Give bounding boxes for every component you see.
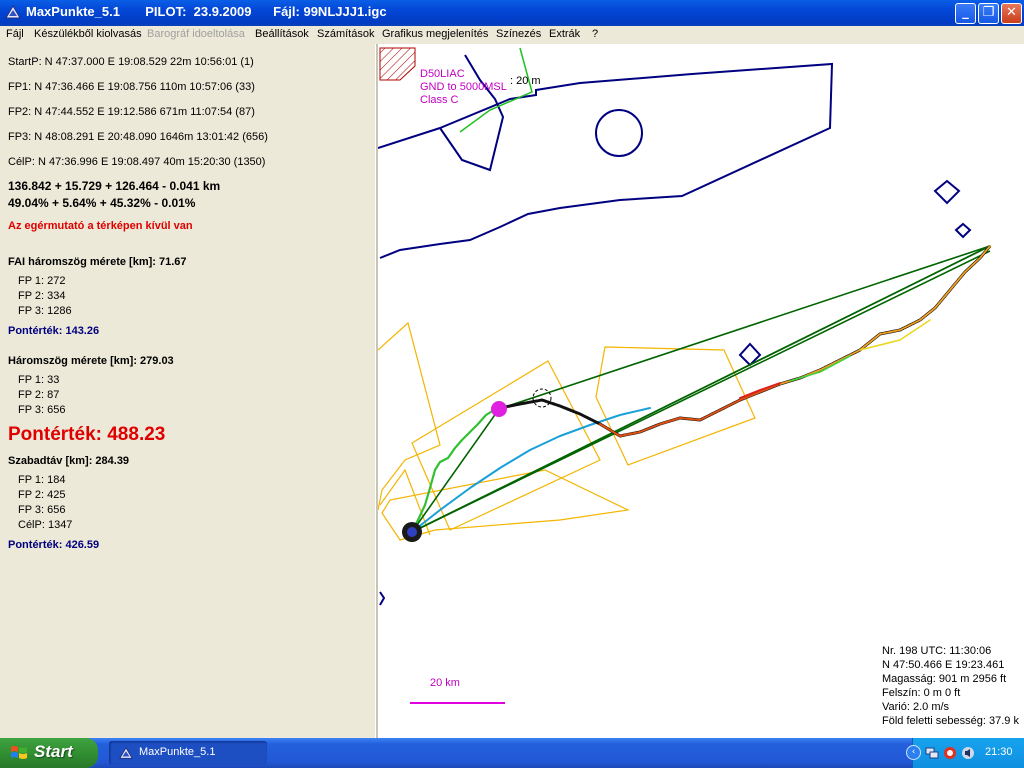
results-panel: StartP: N 47:37.000 E 19:08.529 22m 10:5… — [0, 44, 375, 738]
menu-bar: Fájl Készülékből kiolvasás Barográf idoe… — [0, 26, 1024, 44]
maximize-button[interactable]: ❐ — [978, 3, 999, 24]
triangle-score: Pontérték: 488.23 — [8, 424, 166, 445]
start-button[interactable]: Start — [0, 738, 98, 768]
glider-position-marker[interactable] — [491, 401, 507, 417]
app-name: MaxPunkte_5.1 — [26, 4, 120, 19]
triangle-fp2: FP 2: 87 — [18, 389, 60, 401]
menu-graphics[interactable]: Grafikus megjelenítés — [382, 28, 488, 40]
info-altitude: Magasság: 901 m 2956 ft — [882, 673, 1007, 685]
menu-file[interactable]: Fájl — [6, 28, 24, 40]
triangle-fp3: FP 3: 656 — [18, 404, 66, 416]
fp2-line: FP2: N 47:44.552 E 19:12.586 671m 11:07:… — [8, 106, 255, 118]
info-record: Nr. 198 UTC: 11:30:06 — [882, 645, 992, 657]
turnpoint-sectors — [378, 321, 756, 541]
mouse-status: Az egérmutató a térképen kívül van — [8, 220, 193, 232]
fai-fp1: FP 1: 272 — [18, 275, 66, 287]
security-shield-icon[interactable] — [943, 746, 957, 760]
restricted-zone — [379, 47, 416, 81]
info-coordinates: N 47:50.466 E 19:23.461 — [882, 659, 1005, 671]
free-fp2: FP 2: 425 — [18, 489, 66, 501]
minimize-button[interactable]: _ — [955, 3, 976, 24]
menu-coloring[interactable]: Színezés — [496, 28, 541, 40]
title-bar[interactable]: MaxPunkte_5.1 PILOT: 23.9.2009 Fájl: 99N… — [0, 0, 1024, 26]
free-fp3: FP 3: 656 — [18, 504, 66, 516]
map-canvas[interactable]: D50LIAC GND to 5000MSL Class C : 20 m 20… — [378, 44, 1024, 738]
windows-flag-icon — [11, 746, 27, 759]
free-distance-title: Szabadtáv [km]: 284.39 — [8, 455, 130, 467]
airspace-label-name: D50LIAC — [420, 68, 465, 80]
airspace-label-limits: GND to 5000MSL — [420, 81, 507, 93]
triangle-legs — [411, 245, 991, 533]
altitude-label: : 20 m — [510, 75, 541, 87]
clock[interactable]: 21:30 — [985, 746, 1013, 758]
window-title: MaxPunkte_5.1 PILOT: 23.9.2009 Fájl: 99N… — [26, 4, 387, 19]
scale-label: 20 km — [430, 677, 460, 689]
triangle-title: Háromszög mérete [km]: 279.03 — [8, 355, 174, 367]
app-icon — [119, 746, 133, 759]
system-tray: ‹ 21:30 — [906, 738, 1024, 768]
airspace-label-class: Class C — [420, 94, 459, 106]
info-vario: Varió: 2.0 m/s — [882, 701, 950, 713]
fp3-line: FP3: N 48:08.291 E 20:48.090 1646m 13:01… — [8, 131, 268, 143]
tray-expand-icon[interactable]: ‹ — [906, 745, 921, 760]
turnpoint-cursor — [532, 388, 552, 408]
taskbar: Start MaxPunkte_5.1 ‹ 21:30 — [0, 738, 1024, 768]
network-icon[interactable] — [925, 746, 939, 760]
start-point-line: StartP: N 47:37.000 E 19:08.529 22m 10:5… — [8, 56, 254, 68]
menu-settings[interactable]: Beállítások — [255, 28, 309, 40]
app-icon — [5, 5, 21, 19]
finish-point-line: CélP: N 47:36.996 E 19:08.497 40m 15:20:… — [8, 156, 266, 168]
menu-extras[interactable]: Extrák — [549, 28, 580, 40]
close-button[interactable]: ✕ — [1001, 3, 1022, 24]
triangle-fp1: FP 1: 33 — [18, 374, 60, 386]
taskbar-app-label: MaxPunkte_5.1 — [139, 746, 216, 758]
fai-fp3: FP 3: 1286 — [18, 305, 72, 317]
free-fp1: FP 1: 184 — [18, 474, 66, 486]
free-score: Pontérték: 426.59 — [8, 539, 100, 551]
menu-calculations[interactable]: Számítások — [317, 28, 374, 40]
free-finish: CélP: 1347 — [18, 519, 73, 531]
info-ground: Felszín: 0 m 0 ft — [882, 687, 961, 699]
menu-help[interactable]: ? — [592, 28, 598, 40]
flight-map[interactable]: D50LIAC GND to 5000MSL Class C : 20 m 20… — [378, 44, 1024, 738]
volume-icon[interactable] — [961, 746, 975, 760]
percent-sum: 49.04% + 5.64% + 45.32% - 0.01% — [8, 196, 196, 210]
fai-score: Pontérték: 143.26 — [8, 325, 100, 337]
fai-fp2: FP 2: 334 — [18, 290, 66, 302]
taskbar-app-button[interactable]: MaxPunkte_5.1 — [109, 741, 267, 765]
info-ground-speed: Föld feletti sebesség: 37.9 k — [882, 715, 1019, 727]
fai-triangle-title: FAI háromszög mérete [km]: 71.67 — [8, 256, 187, 268]
distance-sum: 136.842 + 15.729 + 126.464 - 0.041 km — [8, 179, 221, 193]
menu-barograph-offset[interactable]: Barográf idoeltolása — [147, 28, 245, 40]
menu-device-read[interactable]: Készülékből kiolvasás — [34, 28, 142, 40]
fp1-line: FP1: N 47:36.466 E 19:08.756 110m 10:57:… — [8, 81, 255, 93]
file-label: Fájl: 99NLJJJ1.igc — [273, 4, 387, 19]
pilot-label: PILOT: 23.9.2009 — [145, 4, 252, 19]
start-label: Start — [34, 742, 73, 761]
